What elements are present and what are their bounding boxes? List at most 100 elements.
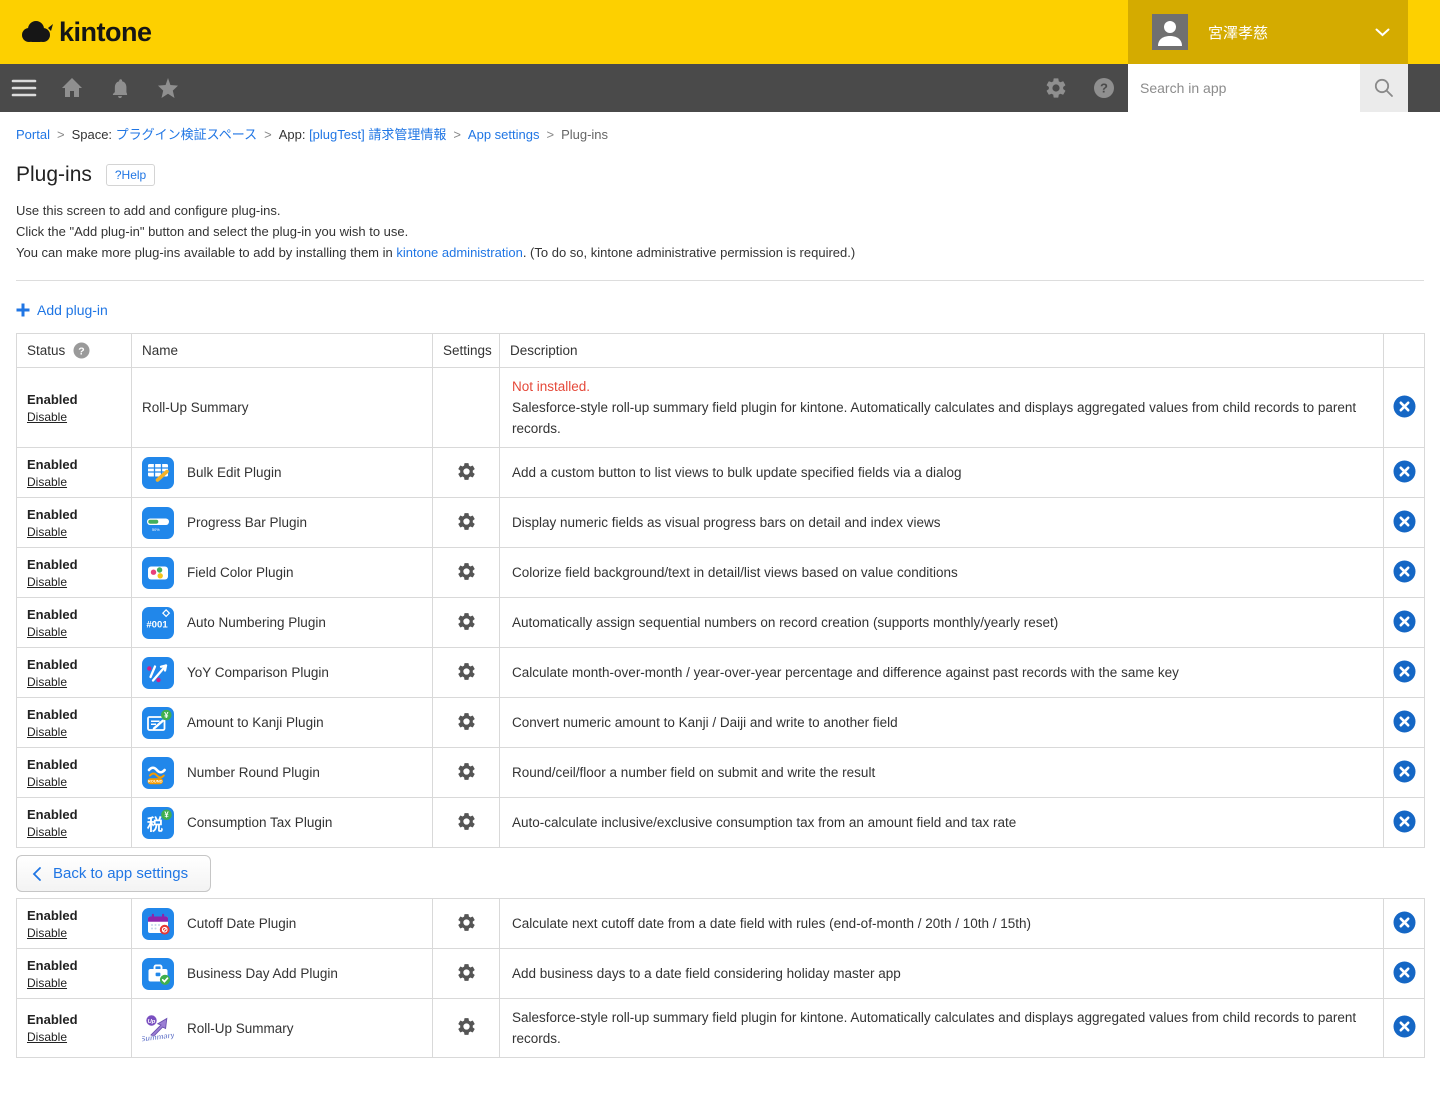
bell-icon[interactable] <box>96 64 144 112</box>
navbar-left-icons <box>0 64 192 112</box>
plugin-description: Salesforce-style roll-up summary field p… <box>512 397 1371 439</box>
svg-text:Up: Up <box>148 1019 156 1025</box>
hamburger-menu-icon[interactable] <box>0 64 48 112</box>
app-navbar: ? <box>0 64 1440 112</box>
breadcrumb-prefix: App: <box>279 127 309 142</box>
breadcrumb-separator: > <box>546 127 554 142</box>
bulk-edit-icon <box>142 457 174 489</box>
breadcrumb-separator: > <box>453 127 461 142</box>
delete-x-icon <box>1393 660 1416 683</box>
delete-x-icon <box>1393 560 1416 583</box>
delete-x-icon <box>1393 961 1416 984</box>
plugin-settings-gear-icon[interactable] <box>456 511 477 532</box>
plugin-settings-gear-icon[interactable] <box>456 661 477 682</box>
not-installed-label: Not installed. <box>512 376 1371 397</box>
plugin-name: Roll-Up Summary <box>142 400 249 415</box>
kintone-administration-link[interactable]: kintone administration <box>396 245 522 260</box>
plugin-row: Enabled Disable Business Day Add Plugin … <box>17 949 1425 999</box>
plugin-settings-gear-icon[interactable] <box>456 1016 477 1037</box>
kintone-cloud-icon <box>18 18 54 46</box>
delete-x-icon <box>1393 395 1416 418</box>
delete-plugin-button[interactable] <box>1393 510 1416 533</box>
plugin-row: Enabled Disable YoY Comparison Plugin Ca… <box>17 648 1425 698</box>
plugin-row: Enabled Disable UpSummary Roll-Up Summar… <box>17 999 1425 1058</box>
delete-plugin-button[interactable] <box>1393 395 1416 418</box>
plugin-settings-gear-icon[interactable] <box>456 611 477 632</box>
navbar-right: ? <box>1032 64 1408 112</box>
column-header-settings: Settings <box>433 334 500 368</box>
delete-plugin-button[interactable] <box>1393 810 1416 833</box>
delete-plugin-button[interactable] <box>1393 961 1416 984</box>
delete-plugin-button[interactable] <box>1393 560 1416 583</box>
plugins-table-top: Status ? Name Settings Description Enabl… <box>16 333 1425 848</box>
user-menu[interactable]: 宮澤孝慈 <box>1128 0 1408 64</box>
disable-link[interactable]: Disable <box>27 575 67 589</box>
column-header-description: Description <box>500 334 1384 368</box>
disable-link[interactable]: Disable <box>27 410 67 424</box>
disable-link[interactable]: Disable <box>27 926 67 940</box>
disable-link[interactable]: Disable <box>27 775 67 789</box>
back-to-app-settings-button[interactable]: Back to app settings <box>16 855 211 892</box>
plugin-settings-gear-icon[interactable] <box>456 561 477 582</box>
delete-x-icon <box>1393 760 1416 783</box>
plugin-name: Bulk Edit Plugin <box>187 465 282 480</box>
plugin-name: Cutoff Date Plugin <box>187 916 296 931</box>
svg-text:?: ? <box>79 345 85 357</box>
status-enabled-label: Enabled <box>27 958 121 973</box>
disable-link[interactable]: Disable <box>27 825 67 839</box>
search-icon <box>1372 76 1396 100</box>
breadcrumb-link[interactable]: [plugTest] 請求管理情報 <box>309 127 446 142</box>
disable-link[interactable]: Disable <box>27 675 67 689</box>
search-button[interactable] <box>1360 64 1408 112</box>
home-icon[interactable] <box>48 64 96 112</box>
breadcrumb: Portal>Space: プラグイン検証スペース>App: [plugTest… <box>0 112 1440 149</box>
breadcrumb-link[interactable]: プラグイン検証スペース <box>116 127 257 142</box>
disable-link[interactable]: Disable <box>27 525 67 539</box>
plugins-list-top: Enabled Disable Roll-Up Summary Not inst… <box>17 368 1425 848</box>
plugin-settings-gear-icon[interactable] <box>456 811 477 832</box>
status-enabled-label: Enabled <box>27 757 121 772</box>
plugin-name: Field Color Plugin <box>187 565 294 580</box>
breadcrumb-link[interactable]: Portal <box>16 127 50 142</box>
delete-plugin-button[interactable] <box>1393 760 1416 783</box>
avatar <box>1152 14 1188 50</box>
status-enabled-label: Enabled <box>27 557 121 572</box>
delete-plugin-button[interactable] <box>1393 911 1416 934</box>
delete-plugin-button[interactable] <box>1393 710 1416 733</box>
settings-gear-icon[interactable] <box>1032 64 1080 112</box>
delete-plugin-button[interactable] <box>1393 660 1416 683</box>
section-divider <box>16 280 1424 281</box>
breadcrumb-link[interactable]: App settings <box>468 127 540 142</box>
plugins-table-bottom: Enabled Disable Cutoff Date Plugin Calcu… <box>16 898 1425 1058</box>
disable-link[interactable]: Disable <box>27 1030 67 1044</box>
svg-text:50%: 50% <box>152 527 160 531</box>
disable-link[interactable]: Disable <box>27 976 67 990</box>
disable-link[interactable]: Disable <box>27 725 67 739</box>
rollup-summary-logo-icon: UpSummary <box>142 1012 174 1044</box>
plugin-settings-gear-icon[interactable] <box>456 962 477 983</box>
plugin-settings-gear-icon[interactable] <box>456 912 477 933</box>
help-icon[interactable]: ? <box>1080 64 1128 112</box>
progress-bar-icon: 50% <box>142 507 174 539</box>
plugin-settings-gear-icon[interactable] <box>456 461 477 482</box>
status-help-icon[interactable]: ? <box>73 342 90 359</box>
plugin-row: Enabled Disable 50% Progress Bar Plugin … <box>17 498 1425 548</box>
plugin-name: Progress Bar Plugin <box>187 515 307 530</box>
status-enabled-label: Enabled <box>27 392 121 407</box>
delete-plugin-button[interactable] <box>1393 610 1416 633</box>
add-plugin-button[interactable]: Add plug-in <box>16 302 108 318</box>
kintone-logo[interactable]: kintone <box>18 17 152 48</box>
svg-text:ROUND: ROUND <box>148 778 163 783</box>
plugin-row: Enabled Disable 税¥ Consumption Tax Plugi… <box>17 798 1425 848</box>
field-color-icon <box>142 557 174 589</box>
table-header-row: Status ? Name Settings Description <box>17 334 1425 368</box>
disable-link[interactable]: Disable <box>27 475 67 489</box>
search-input[interactable] <box>1128 64 1360 112</box>
disable-link[interactable]: Disable <box>27 625 67 639</box>
plugin-settings-gear-icon[interactable] <box>456 711 477 732</box>
help-link[interactable]: ?Help <box>106 164 155 186</box>
star-icon[interactable] <box>144 64 192 112</box>
delete-plugin-button[interactable] <box>1393 460 1416 483</box>
plugin-settings-gear-icon[interactable] <box>456 761 477 782</box>
delete-plugin-button[interactable] <box>1393 1015 1416 1038</box>
